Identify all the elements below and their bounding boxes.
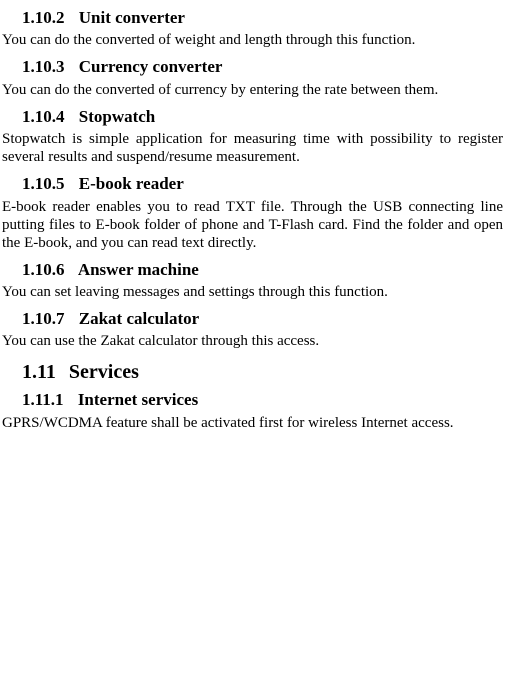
section-title: Zakat calculator [79,309,199,328]
section-number: 1.10.2 [22,8,65,28]
paragraph: GPRS/WCDMA feature shall be activated fi… [2,414,503,432]
section-title: Services [69,361,139,383]
section-number: 1.10.3 [22,57,65,77]
paragraph: You can do the converted of currency by … [2,81,503,99]
section-number: 1.10.4 [22,107,65,127]
section-title: Currency converter [79,57,223,76]
heading-stopwatch: 1.10.4 Stopwatch [2,107,503,127]
heading-ebook-reader: 1.10.5 E-book reader [2,174,503,194]
heading-currency-converter: 1.10.3 Currency converter [2,57,503,77]
heading-answer-machine: 1.10.6 Answer machine [2,260,503,280]
paragraph: You can do the converted of weight and l… [2,31,503,49]
section-number: 1.10.6 [22,260,65,280]
heading-internet-services: 1.11.1 Internet services [2,390,503,410]
paragraph: You can use the Zakat calculator through… [2,332,503,350]
heading-zakat-calculator: 1.10.7 Zakat calculator [2,309,503,329]
section-number: 1.11.1 [22,390,64,410]
heading-services: 1.11 Services [2,360,503,384]
paragraph: Stopwatch is simple application for meas… [2,130,503,166]
paragraph: You can set leaving messages and setting… [2,283,503,301]
paragraph: E-book reader enables you to read TXT fi… [2,198,503,252]
section-title: E-book reader [79,174,184,193]
section-number: 1.11 [22,360,56,384]
document-page: 1.10.2 Unit converter You can do the con… [0,0,505,438]
section-title: Answer machine [78,260,199,279]
section-number: 1.10.7 [22,309,65,329]
heading-unit-converter: 1.10.2 Unit converter [2,8,503,28]
section-title: Unit converter [79,8,185,27]
section-title: Internet services [78,390,198,409]
section-number: 1.10.5 [22,174,65,194]
section-title: Stopwatch [79,107,156,126]
